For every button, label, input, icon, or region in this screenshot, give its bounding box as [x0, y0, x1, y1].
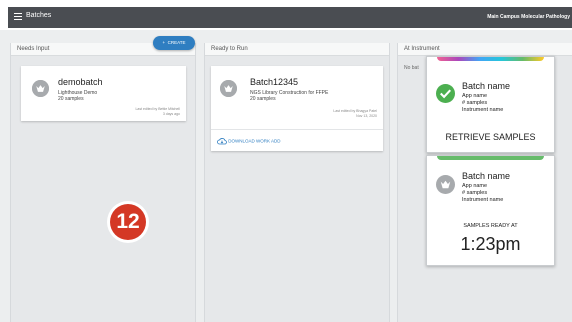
user-avatar-icon — [436, 175, 455, 194]
sample-count: 20 samples — [250, 96, 276, 102]
download-label: DOWNLOAD WORK ADD — [228, 138, 281, 144]
column-ready-to-run: Ready to Run Batch12345 NGS Library Cons… — [204, 43, 390, 322]
instrument-name: Instrument name — [462, 107, 504, 113]
user-avatar-icon — [32, 80, 49, 97]
batch-card-demobatch[interactable]: demobatch Lighthouse Demo 20 samples Las… — [21, 66, 186, 121]
column-body: Batch12345 NGS Library Construction for … — [205, 56, 389, 322]
instrument-name: Instrument name — [462, 197, 504, 203]
create-button[interactable]: + CREATE — [153, 36, 195, 50]
app-name: App name — [462, 93, 488, 99]
status-bar — [437, 57, 544, 61]
app-bar: Batches Main Campus Molecular Pathology — [8, 7, 572, 28]
user-avatar-icon — [220, 80, 237, 97]
sample-count: # samples — [462, 190, 488, 196]
plus-icon: + — [162, 40, 166, 45]
download-icon — [217, 138, 227, 145]
menu-icon[interactable] — [14, 13, 22, 21]
sample-count: # samples — [462, 100, 488, 106]
sample-count: 20 samples — [58, 96, 84, 102]
step-badge: 12 — [107, 201, 149, 243]
column-title: At Instrument — [398, 43, 572, 56]
batch-name: demobatch — [58, 77, 103, 87]
card-divider — [211, 129, 383, 130]
instrument-card-ready[interactable]: Batch name App name # samples Instrument… — [426, 155, 555, 266]
status-bar — [437, 156, 544, 160]
batch-card-batch12345[interactable]: Batch12345 NGS Library Construction for … — [211, 66, 383, 151]
download-work-button[interactable]: DOWNLOAD WORK ADD — [217, 138, 281, 145]
ready-time: 1:23pm — [460, 234, 521, 254]
edited-time: Nov 13, 2020 — [356, 114, 377, 118]
location-label[interactable]: Main Campus Molecular Pathology — [487, 14, 570, 20]
ready-label: SAMPLES READY AT — [463, 223, 518, 229]
column-title: Ready to Run — [205, 43, 389, 56]
top-bar: Batches Main Campus Molecular Pathology — [0, 0, 572, 30]
instrument-card-retrieve[interactable]: Batch name App name # samples Instrument… — [426, 56, 555, 153]
column-body: demobatch Lighthouse Demo 20 samples Las… — [11, 56, 195, 322]
check-icon — [436, 84, 455, 103]
app-name: App name — [462, 183, 488, 189]
step-number: 12 — [110, 204, 146, 240]
edited-time: 3 days ago — [162, 112, 180, 116]
batch-name: Batch12345 — [250, 77, 299, 87]
batch-name: Batch name — [462, 171, 511, 181]
retrieve-samples-button[interactable]: RETRIEVE SAMPLES — [427, 132, 554, 142]
column-needs-input: Needs Input demobatch Lighthouse Demo 20… — [10, 43, 196, 322]
create-label: CREATE — [167, 40, 186, 45]
page-title: Batches — [26, 12, 52, 19]
batch-name: Batch name — [462, 81, 511, 91]
empty-note: No bat — [404, 65, 419, 71]
